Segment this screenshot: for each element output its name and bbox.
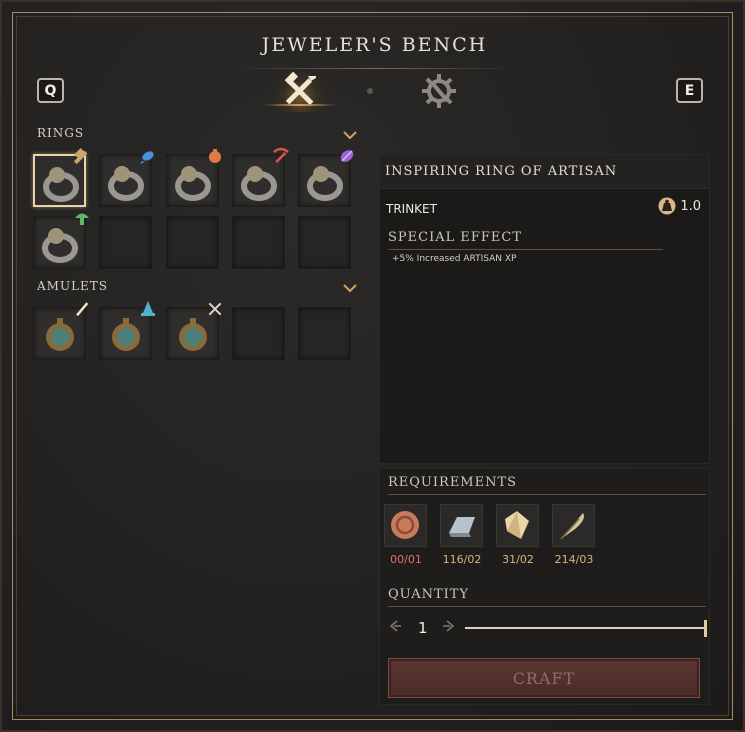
ring-slot[interactable] — [33, 148, 88, 207]
amulet-slot[interactable] — [33, 302, 89, 360]
empty-slot — [232, 216, 285, 269]
ring-slot[interactable] — [99, 151, 154, 207]
tab-separator-dot — [367, 88, 373, 94]
empty-slot — [166, 216, 219, 269]
item-type: TRINKET — [386, 202, 437, 216]
ring-slot[interactable] — [166, 149, 221, 207]
craft-button[interactable]: CRAFT — [388, 658, 700, 698]
tab-refining[interactable] — [412, 70, 466, 112]
weight-value: 1.0 — [680, 198, 701, 214]
decrease-quantity-icon[interactable] — [388, 619, 402, 633]
ring-icon — [43, 167, 79, 202]
feather-icon — [560, 513, 584, 540]
material-slot[interactable] — [552, 504, 595, 547]
mushroom-icon — [75, 213, 89, 225]
material-count: 214/03 — [554, 553, 594, 566]
amulet-icon — [46, 318, 74, 351]
item-name: INSPIRING RING OF ARTISAN — [380, 155, 709, 189]
ring-icon — [307, 166, 343, 201]
section-label-amulets: AMULETS — [37, 279, 109, 293]
gear-wrench-icon — [422, 74, 456, 108]
amulet-icon — [179, 318, 207, 351]
special-effect-divider — [388, 249, 663, 250]
empty-slot — [298, 307, 351, 360]
amulet-slot[interactable] — [99, 301, 155, 360]
material-slot[interactable] — [440, 504, 483, 547]
chevron-down-icon[interactable] — [343, 283, 357, 293]
special-effect-text: +5% Increased ARTISAN XP — [392, 254, 517, 264]
bag-icon — [209, 149, 221, 163]
item-detail-panel: INSPIRING RING OF ARTISAN TRINKET 1.0 SP… — [379, 154, 710, 464]
chevron-down-icon[interactable] — [343, 130, 357, 140]
special-effect-label: SPECIAL EFFECT — [388, 230, 523, 245]
empty-slot — [298, 216, 351, 269]
material-count: 116/02 — [442, 553, 482, 566]
quantity-divider — [388, 606, 706, 607]
ingot-icon — [449, 517, 475, 537]
mage-hat-icon — [141, 301, 155, 316]
requirements-divider — [388, 494, 706, 495]
empty-slot — [99, 216, 152, 269]
quantity-label: QUANTITY — [388, 587, 470, 602]
amulet-slot[interactable] — [166, 302, 222, 360]
empty-slot — [232, 307, 285, 360]
ring-slot[interactable] — [232, 147, 289, 207]
material-count: 00/01 — [390, 553, 422, 566]
quantity-value[interactable]: 1 — [418, 619, 428, 637]
setting-icon — [391, 511, 419, 539]
title-divider — [234, 68, 516, 69]
gem-icon — [505, 511, 529, 539]
active-tab-indicator — [264, 104, 336, 106]
crossed-swords-icon — [208, 302, 222, 316]
window-title: JEWELER'S BENCH — [261, 34, 488, 56]
material-slot[interactable] — [496, 504, 539, 547]
sword-icon — [76, 302, 89, 317]
ring-icon — [42, 228, 78, 263]
crafting-window: JEWELER'S BENCH Q E RINGS AMULETS INSPIR… — [0, 0, 745, 732]
ring-icon — [175, 166, 211, 201]
amulet-icon — [112, 318, 140, 351]
requirements-label: REQUIREMENTS — [388, 475, 518, 490]
ring-icon — [241, 166, 277, 201]
material-count: 31/02 — [502, 553, 534, 566]
material-slot[interactable] — [384, 504, 427, 547]
ring-slot[interactable] — [33, 213, 89, 269]
leaf-icon — [340, 150, 354, 162]
ring-icon — [108, 166, 144, 201]
fish-icon — [140, 151, 154, 164]
hammer-icon — [73, 148, 88, 165]
section-label-rings: RINGS — [37, 126, 85, 140]
pickaxe-icon — [273, 147, 289, 164]
weight-icon — [658, 197, 676, 215]
item-weight: 1.0 — [658, 197, 701, 215]
next-tab-key[interactable]: E — [676, 78, 703, 103]
ring-slot[interactable] — [298, 150, 354, 207]
quantity-slider-handle[interactable] — [704, 620, 707, 637]
quantity-slider[interactable] — [465, 627, 707, 629]
prev-tab-key[interactable]: Q — [37, 78, 64, 103]
increase-quantity-icon[interactable] — [442, 619, 456, 633]
